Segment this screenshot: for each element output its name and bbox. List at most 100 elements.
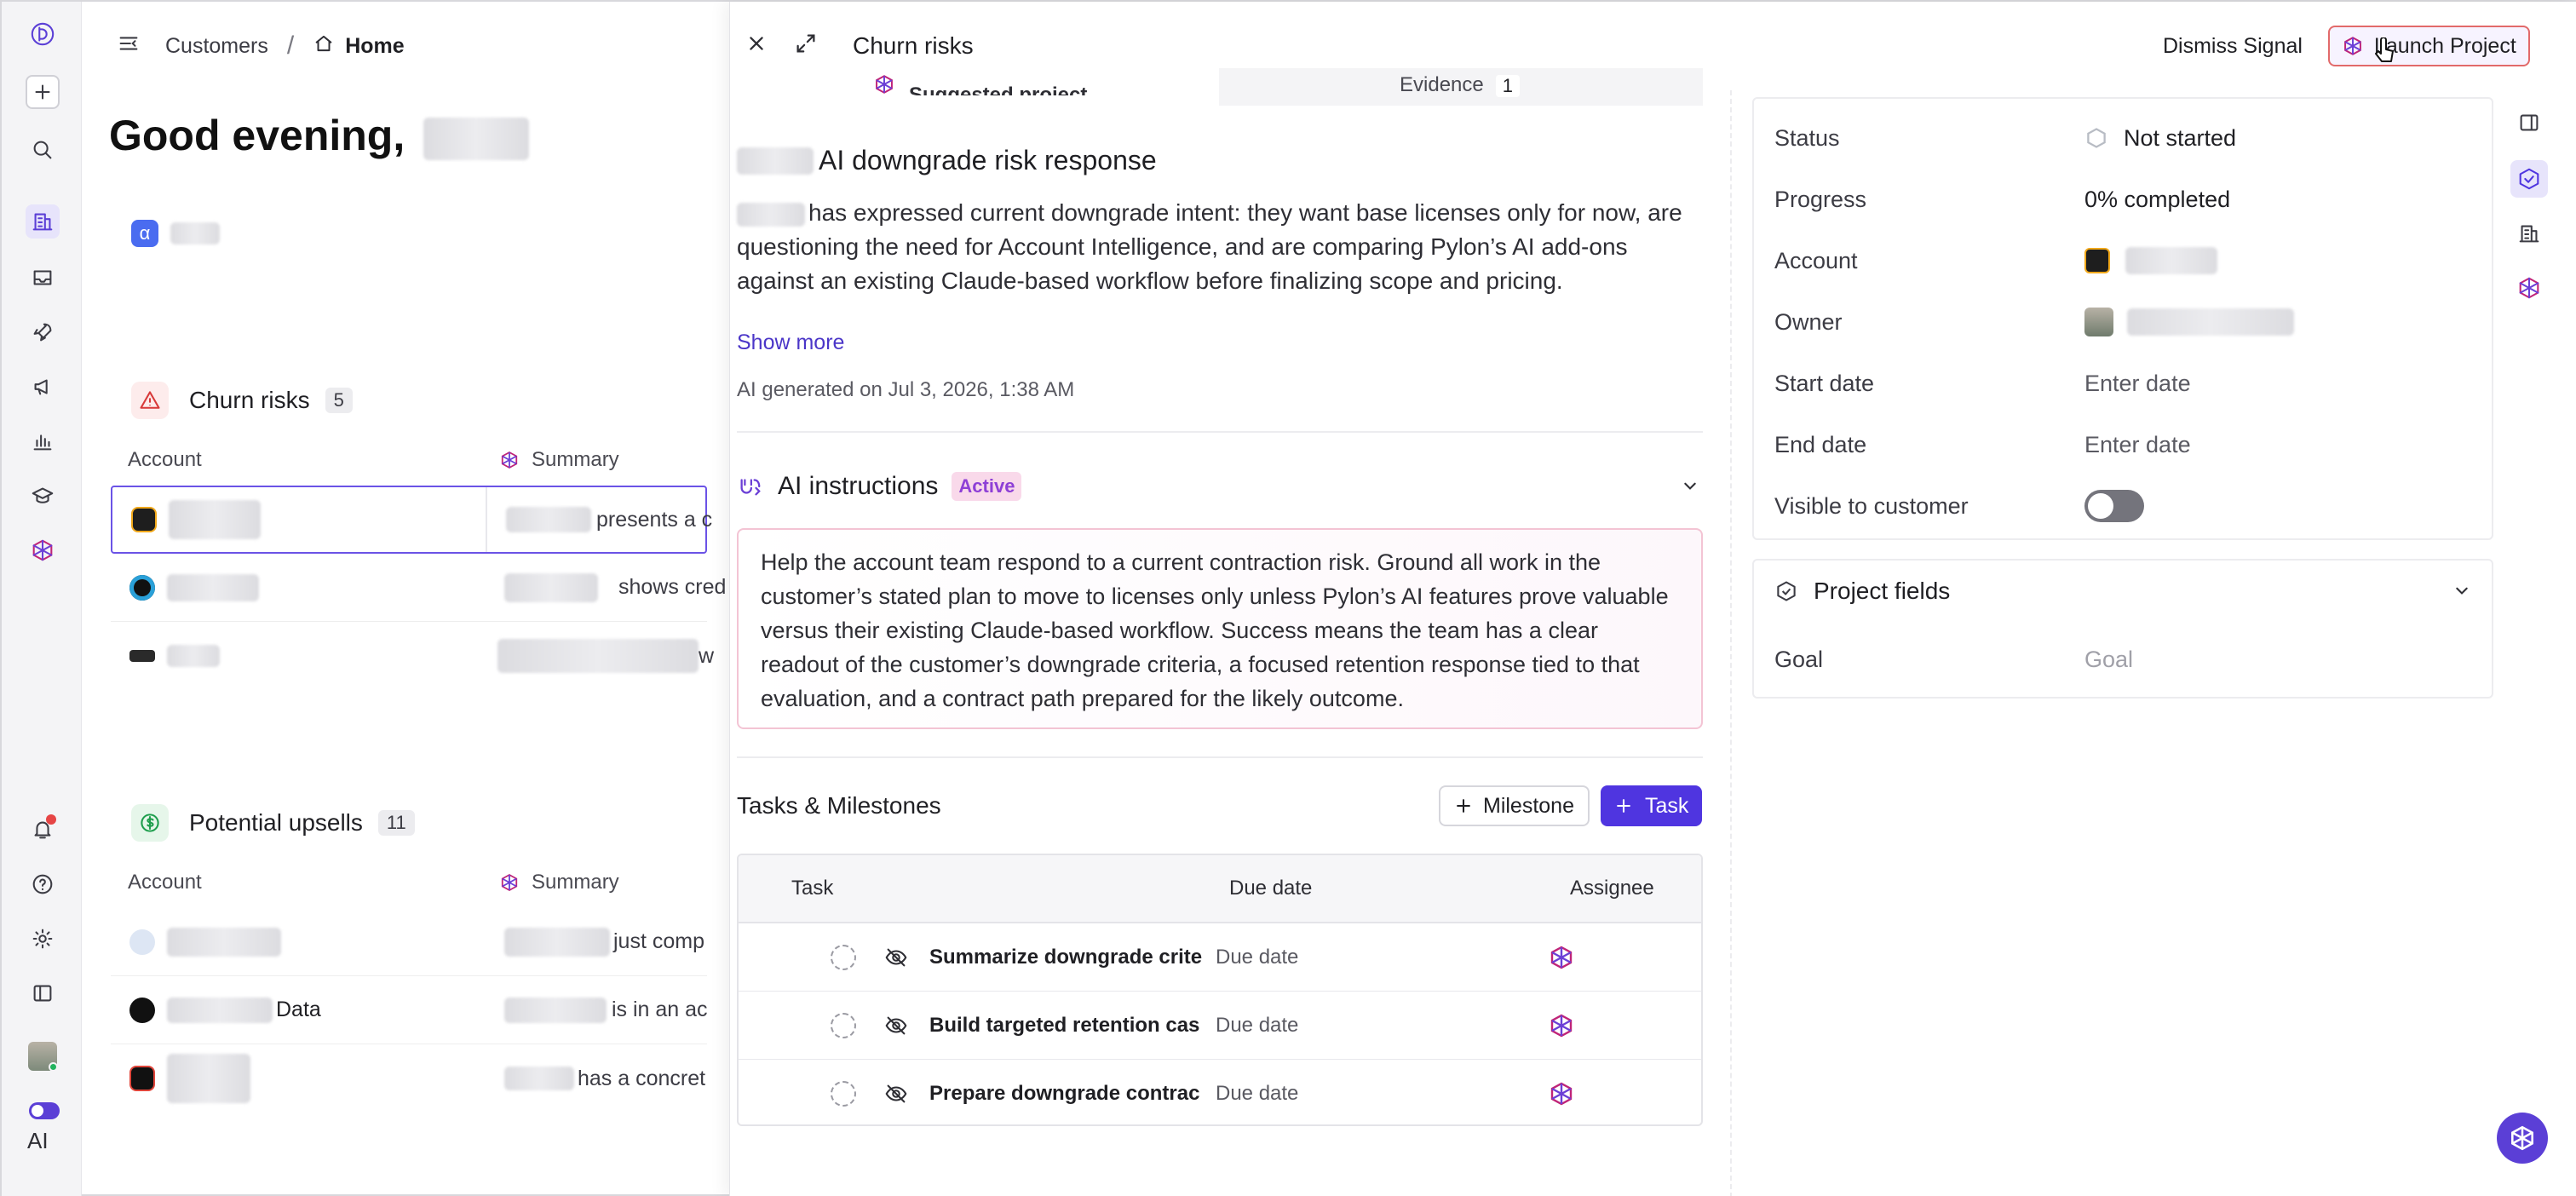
ai-assistant-fab[interactable] — [2497, 1113, 2548, 1164]
divider — [737, 431, 1703, 433]
breadcrumb-customers[interactable]: Customers — [165, 34, 268, 59]
progress-label: Progress — [1774, 186, 1867, 212]
plus-icon — [1457, 799, 1470, 813]
churn-row[interactable]: shows cred — [111, 554, 726, 622]
evidence-tab[interactable]: Evidence 1 — [1219, 68, 1703, 106]
panel-layout-icon[interactable] — [2510, 104, 2548, 141]
end-date-input[interactable]: Enter date — [2084, 428, 2191, 462]
greeting: Good evening, — [109, 111, 530, 160]
task-due-date[interactable]: Due date — [1216, 1014, 1548, 1038]
task-name[interactable]: Prepare downgrade contrac — [929, 1082, 1202, 1106]
project-description: has expressed current downgrade intent: … — [737, 199, 1682, 294]
breadcrumb-home[interactable]: Home — [345, 34, 404, 59]
suggested-project-chip: Suggested project — [737, 70, 1231, 95]
task-status-circle-icon[interactable] — [831, 944, 856, 970]
account-logo — [129, 574, 155, 601]
sidebar-toggle-icon[interactable] — [26, 976, 60, 1010]
org-avatar: α — [131, 220, 158, 247]
chevron-down-icon[interactable] — [2451, 580, 2473, 602]
launch-project-button[interactable]: Launch Project — [2328, 26, 2530, 66]
show-more-link[interactable]: Show more — [737, 331, 844, 355]
redacted-account — [167, 645, 220, 667]
collapse-menu-icon[interactable] — [116, 31, 141, 62]
project-heading: AI downgrade risk response — [737, 145, 1157, 176]
redacted-account — [167, 927, 281, 957]
search-icon[interactable] — [26, 133, 60, 167]
ai-hex-icon[interactable] — [2510, 269, 2548, 307]
assignee-ai-icon[interactable] — [1548, 1080, 1575, 1107]
churn-row[interactable]: presents a c — [111, 486, 712, 554]
task-row[interactable]: Prepare downgrade contrac Due date — [739, 1060, 1701, 1124]
project-hex-icon — [2344, 37, 2361, 55]
eye-off-icon[interactable] — [883, 1013, 909, 1038]
upsell-row[interactable]: has a concret — [111, 1044, 707, 1113]
user-avatar[interactable] — [26, 1039, 60, 1073]
eye-off-icon[interactable] — [883, 945, 909, 970]
inbox-icon[interactable] — [26, 261, 60, 295]
account-logo — [131, 507, 157, 532]
progress-value: 0% completed — [2084, 186, 2231, 212]
eye-off-icon[interactable] — [883, 1081, 909, 1107]
megaphone-icon[interactable] — [26, 370, 60, 404]
ai-toggle[interactable] — [29, 1102, 60, 1119]
rocket-icon[interactable] — [26, 315, 60, 349]
task-row[interactable]: Summarize downgrade crite Due date — [739, 923, 1701, 992]
task-due-date[interactable]: Due date — [1216, 1082, 1548, 1106]
task-status-circle-icon[interactable] — [831, 1081, 856, 1107]
pylon-logo-icon[interactable] — [26, 17, 60, 51]
add-milestone-button[interactable]: Milestone — [1439, 785, 1590, 826]
tasks-table: Task Due date Assignee Summarize downgra… — [737, 854, 1703, 1126]
upsell-row[interactable]: just comp — [111, 908, 707, 976]
project-fields-header[interactable]: Project fields — [1774, 572, 2473, 610]
accounts-building-icon[interactable] — [26, 204, 60, 239]
close-icon[interactable] — [744, 31, 769, 60]
divider — [737, 756, 1703, 758]
account-value[interactable] — [2084, 244, 2217, 278]
visible-to-customer-toggle[interactable] — [2084, 489, 2144, 523]
churn-risks-title: Churn risks — [189, 387, 310, 413]
churn-risks-count: 5 — [325, 388, 353, 413]
account-building-icon[interactable] — [2510, 215, 2548, 252]
redacted-account — [167, 573, 259, 601]
assignee-ai-icon[interactable] — [1548, 1012, 1575, 1039]
start-date-input[interactable]: Enter date — [2084, 366, 2191, 400]
task-row[interactable]: Build targeted retention cas Due date — [739, 992, 1701, 1060]
task-name[interactable]: Summarize downgrade crite — [929, 946, 1202, 969]
status-value[interactable]: Not started — [2084, 121, 2236, 155]
account-logo — [129, 929, 155, 955]
churn-row-summary: w — [699, 643, 715, 668]
ai-instructions-title: AI instructions — [778, 472, 939, 500]
col-assignee[interactable]: Assignee — [1570, 877, 1654, 900]
mouse-cursor-icon — [2374, 37, 2396, 69]
chevron-down-icon[interactable] — [1679, 475, 1701, 497]
col-task[interactable]: Task — [791, 877, 1229, 900]
ai-instructions-text[interactable]: Help the account team respond to a curre… — [737, 528, 1703, 729]
owner-value[interactable] — [2084, 305, 2294, 339]
churn-row-summary: presents a c — [596, 507, 713, 532]
task-name[interactable]: Build targeted retention cas — [929, 1014, 1202, 1038]
plus-icon — [1617, 799, 1630, 813]
assignee-ai-icon[interactable] — [1548, 944, 1575, 971]
new-plus-icon[interactable] — [26, 75, 60, 109]
task-due-date[interactable]: Due date — [1216, 946, 1548, 969]
projects-hex-icon[interactable] — [26, 533, 60, 567]
expand-icon[interactable] — [793, 31, 819, 60]
analytics-chart-icon[interactable] — [26, 424, 60, 458]
task-status-circle-icon[interactable] — [831, 1012, 856, 1038]
redacted-customer — [737, 147, 814, 175]
ai-instructions-header[interactable]: AI instructions Active — [737, 472, 1703, 501]
org-switcher[interactable]: α — [131, 220, 220, 247]
goal-input[interactable]: Goal — [2084, 642, 2133, 676]
help-icon[interactable] — [26, 867, 60, 901]
col-summary: Summary — [532, 448, 619, 471]
dismiss-signal-button[interactable]: Dismiss Signal — [2151, 27, 2314, 65]
churn-row[interactable]: w — [111, 622, 714, 690]
settings-gear-icon[interactable] — [26, 922, 60, 956]
notifications-bell-icon[interactable] — [26, 813, 60, 847]
add-task-button[interactable]: Task — [1601, 785, 1703, 826]
upsell-row[interactable]: Data is in an ac — [111, 976, 708, 1044]
academy-cap-icon[interactable] — [26, 479, 60, 513]
project-check-icon[interactable] — [2510, 160, 2548, 198]
col-due-date[interactable]: Due date — [1229, 877, 1570, 900]
col-account: Account — [128, 448, 202, 471]
